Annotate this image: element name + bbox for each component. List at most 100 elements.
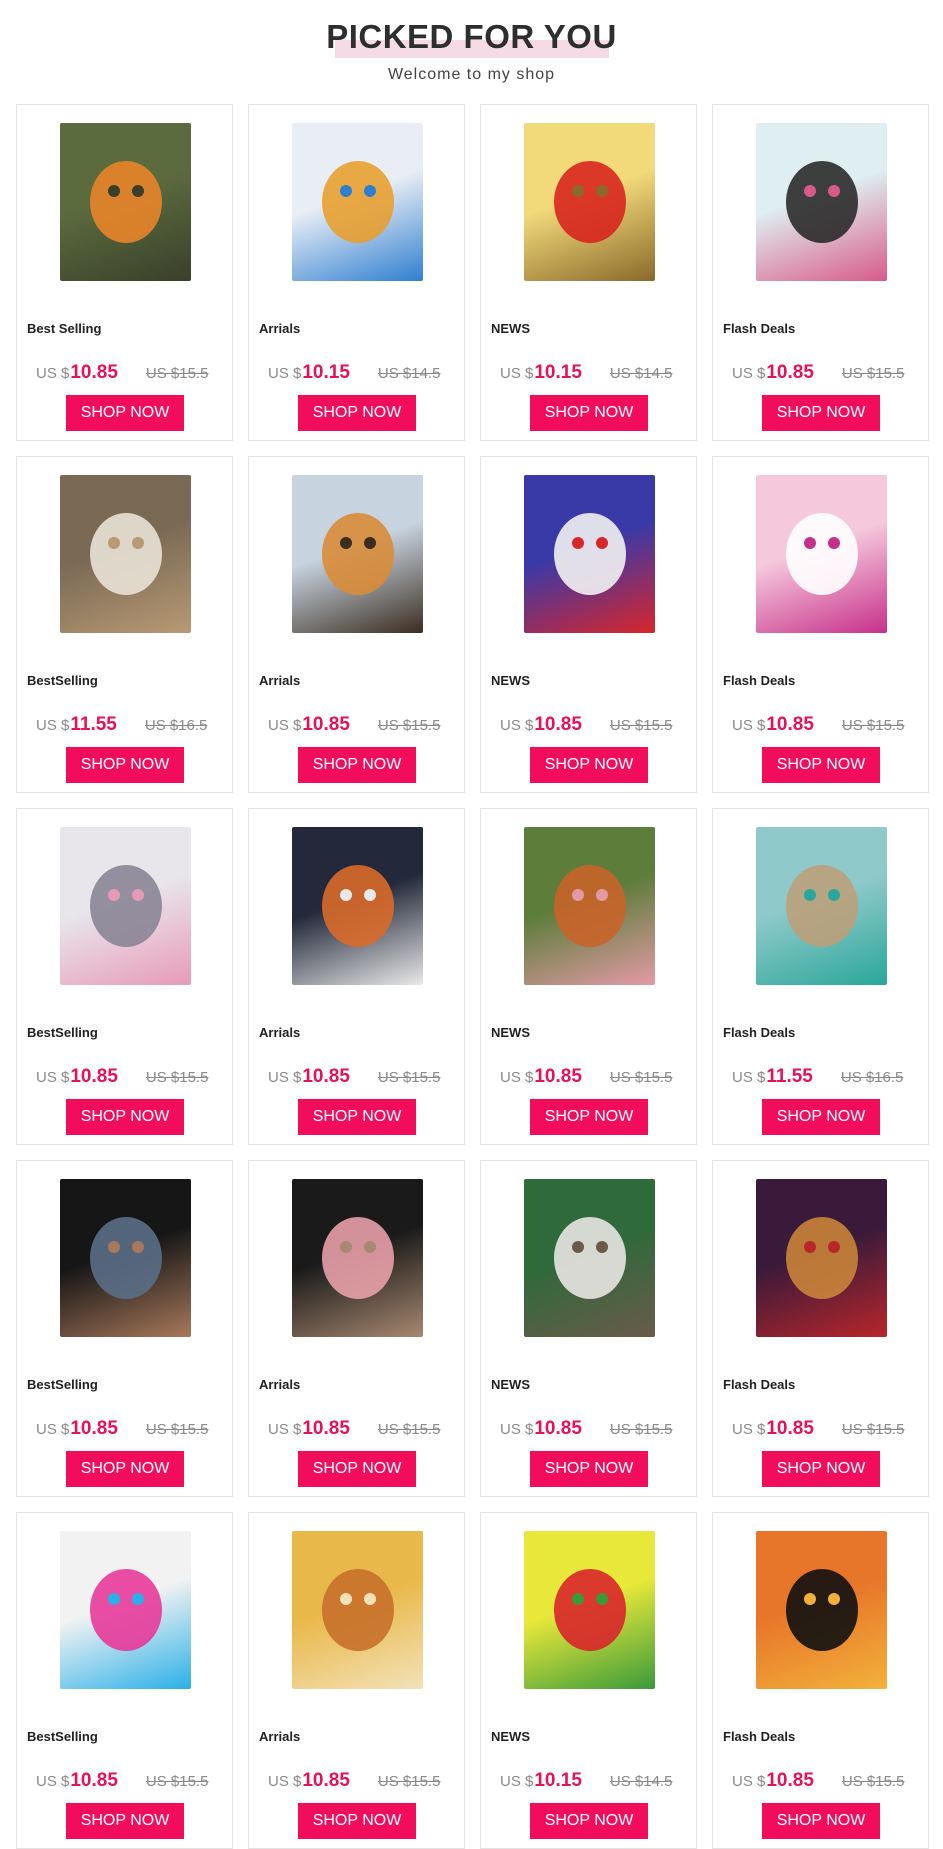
shop-now-button[interactable]: SHOP NOW: [66, 395, 184, 431]
image-accent: [804, 889, 816, 901]
product-image[interactable]: [756, 1531, 887, 1689]
sale-price: 10.85: [70, 1066, 118, 1087]
product-card[interactable]: Flash Deals US $10.85 US $15.5 SHOP NOW: [712, 1160, 929, 1497]
product-card[interactable]: Flash Deals US $10.85 US $15.5 SHOP NOW: [712, 456, 929, 793]
product-image[interactable]: [524, 1531, 655, 1689]
product-image[interactable]: [756, 123, 887, 281]
product-card[interactable]: NEWS US $10.85 US $15.5 SHOP NOW: [480, 808, 697, 1145]
product-card[interactable]: Arrials US $10.85 US $15.5 SHOP NOW: [248, 1512, 465, 1849]
product-card[interactable]: Arrials US $10.85 US $15.5 SHOP NOW: [248, 808, 465, 1145]
shop-now-button[interactable]: SHOP NOW: [298, 1803, 416, 1839]
shop-now-button[interactable]: SHOP NOW: [530, 1099, 648, 1135]
product-card[interactable]: Arrials US $10.85 US $15.5 SHOP NOW: [248, 456, 465, 793]
product-category-label: NEWS: [491, 1025, 530, 1040]
price-row: US $10.85 US $15.5: [500, 1066, 690, 1088]
product-card[interactable]: Arrials US $10.15 US $14.5 SHOP NOW: [248, 104, 465, 441]
product-card[interactable]: Flash Deals US $11.55 US $16.5 SHOP NOW: [712, 808, 929, 1145]
currency-label: US $: [500, 1773, 534, 1790]
product-card[interactable]: BestSelling US $11.55 US $16.5 SHOP NOW: [16, 456, 233, 793]
product-image[interactable]: [292, 1531, 423, 1689]
product-card[interactable]: NEWS US $10.15 US $14.5 SHOP NOW: [480, 104, 697, 441]
sale-price: 10.85: [534, 1418, 582, 1439]
image-accent: [804, 185, 816, 197]
image-subject: [322, 1217, 394, 1299]
product-image[interactable]: [292, 1179, 423, 1337]
image-subject: [90, 1217, 162, 1299]
original-price: US $15.5: [609, 717, 673, 734]
shop-now-button[interactable]: SHOP NOW: [298, 1451, 416, 1487]
image-accent: [108, 1241, 120, 1253]
product-image[interactable]: [60, 1179, 191, 1337]
shop-now-button[interactable]: SHOP NOW: [762, 747, 880, 783]
image-accent: [572, 1241, 584, 1253]
product-card[interactable]: NEWS US $10.15 US $14.5 SHOP NOW: [480, 1512, 697, 1849]
image-accent: [804, 1593, 816, 1605]
shop-now-button[interactable]: SHOP NOW: [66, 1451, 184, 1487]
shop-now-button[interactable]: SHOP NOW: [530, 1803, 648, 1839]
shop-now-button[interactable]: SHOP NOW: [298, 395, 416, 431]
product-image[interactable]: [756, 475, 887, 633]
product-image[interactable]: [292, 827, 423, 985]
shop-now-button[interactable]: SHOP NOW: [298, 1099, 416, 1135]
product-category-label: Flash Deals: [723, 673, 796, 688]
product-image[interactable]: [60, 1531, 191, 1689]
product-image[interactable]: [524, 1179, 655, 1337]
product-card[interactable]: BestSelling US $10.85 US $15.5 SHOP NOW: [16, 1160, 233, 1497]
price-row: US $10.85 US $15.5: [36, 1418, 226, 1440]
product-card[interactable]: Best Selling US $10.85 US $15.5 SHOP NOW: [16, 104, 233, 441]
original-price: US $16.5: [144, 717, 208, 734]
product-image[interactable]: [60, 123, 191, 281]
shop-now-button[interactable]: SHOP NOW: [66, 1099, 184, 1135]
original-price: US $15.5: [377, 1069, 441, 1086]
image-subject: [554, 161, 626, 243]
original-price: US $15.5: [609, 1421, 673, 1438]
original-price: US $15.5: [841, 1421, 905, 1438]
product-card[interactable]: Arrials US $10.85 US $15.5 SHOP NOW: [248, 1160, 465, 1497]
original-price: US $15.5: [609, 1069, 673, 1086]
product-card[interactable]: BestSelling US $10.85 US $15.5 SHOP NOW: [16, 1512, 233, 1849]
product-image[interactable]: [756, 827, 887, 985]
sale-price: 10.85: [70, 362, 118, 383]
currency-label: US $: [268, 1421, 302, 1438]
shop-now-button[interactable]: SHOP NOW: [762, 1803, 880, 1839]
product-card[interactable]: NEWS US $10.85 US $15.5 SHOP NOW: [480, 1160, 697, 1497]
price-row: US $10.15 US $14.5: [268, 362, 458, 384]
product-image[interactable]: [60, 475, 191, 633]
shop-now-button[interactable]: SHOP NOW: [530, 1451, 648, 1487]
product-image[interactable]: [524, 475, 655, 633]
shop-now-button[interactable]: SHOP NOW: [530, 747, 648, 783]
shop-now-button[interactable]: SHOP NOW: [762, 1099, 880, 1135]
shop-now-button[interactable]: SHOP NOW: [298, 747, 416, 783]
currency-label: US $: [36, 717, 70, 734]
shop-now-button[interactable]: SHOP NOW: [66, 747, 184, 783]
shop-now-button[interactable]: SHOP NOW: [762, 1451, 880, 1487]
currency-label: US $: [732, 365, 766, 382]
original-price: US $15.5: [377, 1773, 441, 1790]
product-image[interactable]: [292, 123, 423, 281]
currency-label: US $: [36, 1069, 70, 1086]
product-image[interactable]: [60, 827, 191, 985]
product-card[interactable]: Flash Deals US $10.85 US $15.5 SHOP NOW: [712, 104, 929, 441]
shop-now-button[interactable]: SHOP NOW: [66, 1803, 184, 1839]
shop-now-button[interactable]: SHOP NOW: [530, 395, 648, 431]
sale-price: 11.55: [766, 1066, 813, 1087]
product-image[interactable]: [292, 475, 423, 633]
sale-price: 10.85: [766, 1770, 814, 1791]
image-subject: [786, 161, 858, 243]
product-image[interactable]: [524, 827, 655, 985]
currency-label: US $: [732, 1069, 766, 1086]
product-image[interactable]: [524, 123, 655, 281]
original-price: US $15.5: [841, 365, 905, 382]
image-accent: [340, 1593, 352, 1605]
shop-now-button[interactable]: SHOP NOW: [762, 395, 880, 431]
product-category-label: Best Selling: [27, 321, 102, 336]
image-subject: [786, 865, 858, 947]
product-card[interactable]: BestSelling US $10.85 US $15.5 SHOP NOW: [16, 808, 233, 1145]
product-image[interactable]: [756, 1179, 887, 1337]
image-subject: [90, 1569, 162, 1651]
product-card[interactable]: Flash Deals US $10.85 US $15.5 SHOP NOW: [712, 1512, 929, 1849]
price-row: US $10.85 US $15.5: [268, 1418, 458, 1440]
image-accent: [340, 185, 352, 197]
product-category-label: NEWS: [491, 321, 530, 336]
product-card[interactable]: NEWS US $10.85 US $15.5 SHOP NOW: [480, 456, 697, 793]
